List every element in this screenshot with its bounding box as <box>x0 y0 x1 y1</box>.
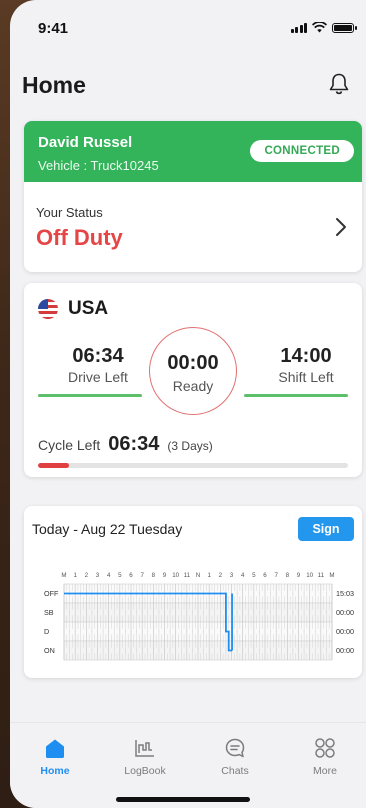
tab-more[interactable]: More <box>290 737 360 777</box>
tab-logbook-label: LogBook <box>124 765 166 777</box>
hour-label: 2 <box>85 572 89 579</box>
hour-label: N <box>196 572 200 579</box>
hour-label: M <box>61 572 66 579</box>
hour-label: 10 <box>172 572 179 579</box>
row-total: 15:03 <box>336 589 354 598</box>
tab-logbook[interactable]: LogBook <box>110 737 180 777</box>
page-title: Home <box>22 72 86 98</box>
hour-label: 5 <box>118 572 122 579</box>
row-total: 00:00 <box>336 627 354 636</box>
row-total: 00:00 <box>336 608 354 617</box>
logbook-icon <box>135 740 154 757</box>
shift-left-label: Shift Left <box>278 369 334 385</box>
hour-label: 2 <box>219 572 223 579</box>
hour-label: 1 <box>207 572 211 579</box>
log-date: Today - Aug 22 Tuesday <box>32 521 183 537</box>
duty-status-grid: M 1 2 3 4 5 6 7 8 9 10 11 N 1 2 3 4 5 6 7 8 9 10 11 MOFF 15:03SB 0… <box>44 572 354 661</box>
cycle-progress-track <box>38 463 348 468</box>
ready-timer-value: 00:00 <box>167 352 219 374</box>
status-time: 9:41 <box>38 20 69 37</box>
app-screen: 9:41 Home David Russel Vehicle : Truck10… <box>10 0 366 808</box>
hour-label: 3 <box>96 572 100 579</box>
tab-chats-label: Chats <box>221 765 249 777</box>
home-icon <box>46 739 64 758</box>
hour-label: 9 <box>163 572 167 579</box>
cycle-row: Cycle Left 06:34 (3 Days) <box>38 433 213 456</box>
hour-label: 6 <box>129 572 133 579</box>
cycle-left-value: 06:34 <box>108 433 160 455</box>
row-label: ON <box>44 646 55 655</box>
battery-icon <box>332 23 357 33</box>
cycle-left-label: Cycle Left <box>38 437 101 453</box>
drive-left-label: Drive Left <box>68 369 128 385</box>
bell-icon[interactable] <box>328 72 350 96</box>
signal-icon <box>290 23 307 33</box>
hour-label: 8 <box>286 572 290 579</box>
drive-left-bar <box>38 394 142 397</box>
hour-label: 1 <box>73 572 77 579</box>
cycle-left-days: (3 Days) <box>167 439 213 453</box>
hour-label: 11 <box>318 572 325 579</box>
hour-label: 4 <box>107 572 111 579</box>
hours-of-service-card: USA 06:34 Drive Left 00:00 Ready 14:00 S… <box>24 283 362 477</box>
more-icon <box>315 738 335 758</box>
hour-label: 7 <box>140 572 144 579</box>
cycle-progress-fill <box>38 463 69 468</box>
daily-log-card: Today - Aug 22 Tuesday Sign M 1 2 3 4 5 6 7 8 9 10… <box>24 506 362 678</box>
hour-label: 7 <box>274 572 278 579</box>
tab-home-label: Home <box>40 765 70 777</box>
hour-label: 5 <box>252 572 256 579</box>
hour-label: 8 <box>152 572 156 579</box>
country-name: USA <box>68 298 109 319</box>
sign-button[interactable]: Sign <box>298 517 354 541</box>
home-indicator <box>116 797 250 802</box>
hour-label: M <box>329 572 334 579</box>
chevron-right-icon[interactable] <box>334 217 348 237</box>
chats-icon <box>225 738 245 758</box>
shift-left-bar <box>244 394 348 397</box>
driver-name: David Russel <box>38 134 133 151</box>
hour-label: 9 <box>297 572 301 579</box>
hour-label: 4 <box>241 572 245 579</box>
status-label: Your Status <box>36 205 103 220</box>
bottom-tab-bar: Home LogBook Chats More <box>10 722 366 808</box>
tab-chats[interactable]: Chats <box>200 737 270 777</box>
ready-timer-ring: 00:00 Ready <box>149 327 237 415</box>
status-bar: 9:41 <box>10 0 366 50</box>
hour-label: 11 <box>184 572 191 579</box>
wifi-icon <box>312 22 327 33</box>
hour-label: 6 <box>263 572 267 579</box>
hour-label: 3 <box>230 572 234 579</box>
vehicle-label: Vehicle : Truck10245 <box>38 158 159 173</box>
connection-badge: CONNECTED <box>250 140 354 162</box>
tab-more-label: More <box>313 765 337 777</box>
row-label: SB <box>44 608 54 617</box>
driver-card: David Russel Vehicle : Truck10245 CONNEC… <box>24 121 362 272</box>
tab-home[interactable]: Home <box>20 737 90 777</box>
country-row: USA <box>38 298 108 320</box>
system-icons <box>290 22 357 33</box>
row-label: OFF <box>44 589 59 598</box>
ready-timer-label: Ready <box>172 378 214 394</box>
row-total: 00:00 <box>336 646 354 655</box>
row-label: D <box>44 627 49 636</box>
duty-status-value: Off Duty <box>36 225 123 250</box>
shift-left-value: 14:00 <box>280 345 332 367</box>
driver-header: David Russel Vehicle : Truck10245 CONNEC… <box>24 121 362 182</box>
us-flag-icon <box>38 299 58 319</box>
hour-label: 10 <box>306 572 313 579</box>
drive-left-value: 06:34 <box>72 345 124 367</box>
